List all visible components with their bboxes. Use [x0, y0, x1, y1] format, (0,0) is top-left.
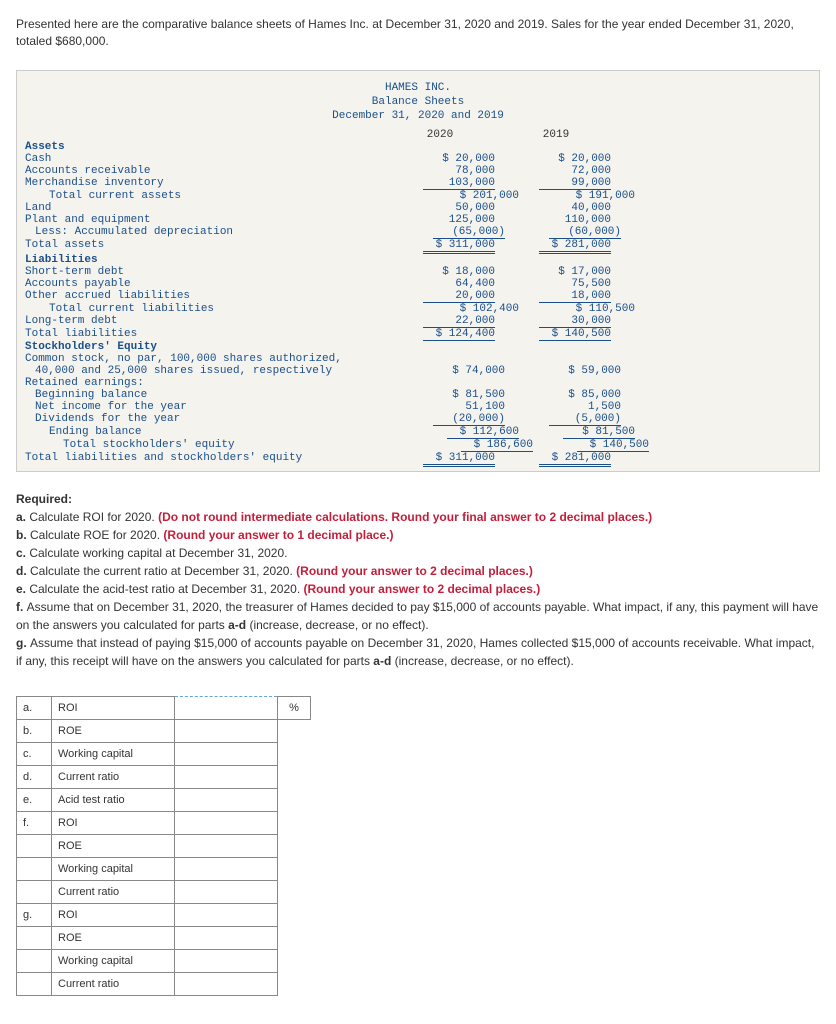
intro-text: Presented here are the comparative balan… — [16, 16, 820, 50]
row-index — [17, 858, 52, 881]
unit-label: % — [278, 697, 311, 720]
answer-input[interactable] — [181, 793, 275, 807]
answer-input[interactable] — [181, 977, 275, 991]
answer-cell[interactable] — [175, 950, 278, 973]
section-liabilities: Liabilities — [17, 254, 385, 266]
answer-input[interactable] — [181, 908, 275, 922]
answer-row: e.Acid test ratio — [17, 789, 311, 812]
answer-row: ROE — [17, 927, 311, 950]
row-label: ROI — [52, 812, 175, 835]
answer-cell[interactable] — [175, 973, 278, 996]
sheet-heading: HAMES INC. Balance Sheets December 31, 2… — [17, 75, 819, 130]
required-block: Required: a. Calculate ROI for 2020. (Do… — [16, 490, 820, 670]
row-index: g. — [17, 904, 52, 927]
answer-row: d.Current ratio — [17, 766, 311, 789]
answer-input[interactable] — [181, 931, 275, 945]
answer-cell[interactable] — [175, 881, 278, 904]
row-label: Current ratio — [52, 973, 175, 996]
answer-cell[interactable] — [175, 835, 278, 858]
answer-input[interactable] — [181, 862, 275, 876]
section-assets: Assets — [17, 141, 385, 153]
answers-table: a.ROI%b.ROEc.Working capitald.Current ra… — [16, 696, 311, 996]
answer-cell[interactable] — [175, 766, 278, 789]
answer-row: c.Working capital — [17, 743, 311, 766]
answer-input[interactable] — [181, 885, 275, 899]
row-label: ROI — [52, 697, 175, 720]
answer-input[interactable] — [181, 839, 275, 853]
answer-input[interactable] — [181, 954, 275, 968]
row-index: d. — [17, 766, 52, 789]
answer-row: b.ROE — [17, 720, 311, 743]
row-label: ROI — [52, 904, 175, 927]
row-index — [17, 927, 52, 950]
row-label: ROE — [52, 835, 175, 858]
answer-row: f.ROI — [17, 812, 311, 835]
row-label: ROE — [52, 720, 175, 743]
row-index — [17, 835, 52, 858]
answer-cell[interactable] — [175, 743, 278, 766]
answer-cell[interactable] — [175, 720, 278, 743]
row-index: f. — [17, 812, 52, 835]
row-label: Current ratio — [52, 881, 175, 904]
row-index — [17, 881, 52, 904]
answer-input[interactable] — [181, 701, 275, 715]
answer-input[interactable] — [181, 770, 275, 784]
row-index: c. — [17, 743, 52, 766]
answer-cell[interactable] — [175, 697, 278, 720]
answer-input[interactable] — [181, 724, 275, 738]
answer-row: a.ROI% — [17, 697, 311, 720]
row-index: a. — [17, 697, 52, 720]
answer-row: Current ratio — [17, 881, 311, 904]
answer-row: g.ROI — [17, 904, 311, 927]
answer-row: ROE — [17, 835, 311, 858]
answer-cell[interactable] — [175, 927, 278, 950]
row-index — [17, 973, 52, 996]
row-index — [17, 950, 52, 973]
row-label: Working capital — [52, 858, 175, 881]
row-label: Current ratio — [52, 766, 175, 789]
row-label: Working capital — [52, 950, 175, 973]
answer-cell[interactable] — [175, 858, 278, 881]
answer-cell[interactable] — [175, 904, 278, 927]
row-label: Working capital — [52, 743, 175, 766]
answer-input[interactable] — [181, 747, 275, 761]
answer-row: Working capital — [17, 858, 311, 881]
column-headers: 2020 2019 — [17, 129, 819, 141]
row-label: ROE — [52, 927, 175, 950]
answer-cell[interactable] — [175, 812, 278, 835]
row-index: e. — [17, 789, 52, 812]
row-label: Acid test ratio — [52, 789, 175, 812]
row-index: b. — [17, 720, 52, 743]
answer-input[interactable] — [181, 816, 275, 830]
section-equity: Stockholders' Equity — [17, 341, 385, 353]
answer-row: Working capital — [17, 950, 311, 973]
answer-cell[interactable] — [175, 789, 278, 812]
balance-sheet: HAMES INC. Balance Sheets December 31, 2… — [16, 70, 820, 473]
answer-row: Current ratio — [17, 973, 311, 996]
